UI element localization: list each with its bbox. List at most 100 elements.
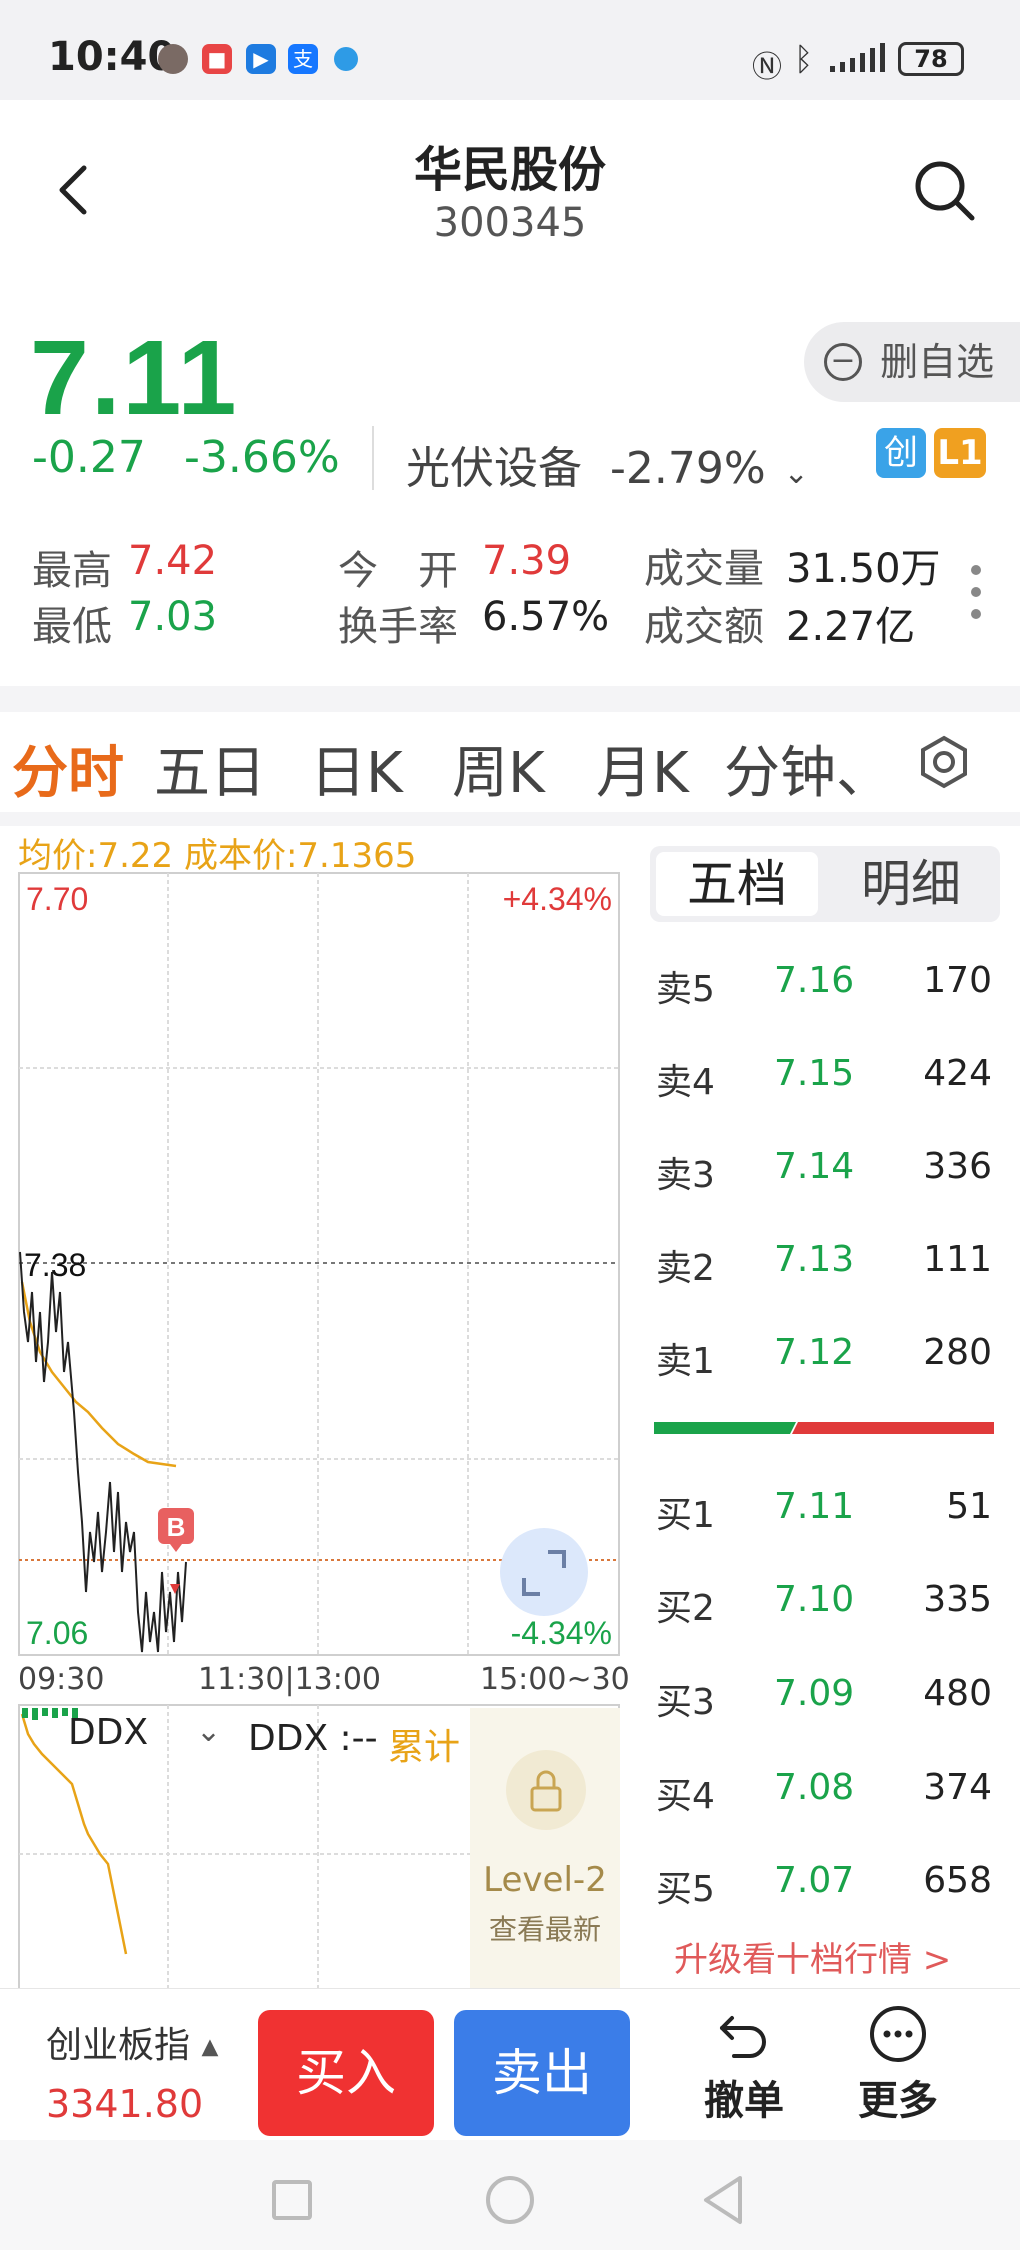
buy-sell-ratio-bar (654, 1422, 994, 1434)
tab-detail[interactable]: 明细 (830, 852, 992, 916)
tab-minute[interactable]: 分钟、 (724, 728, 864, 809)
signal-icon (828, 40, 890, 74)
ask-label: 卖2 (656, 1248, 715, 1289)
ask-volume: 336 (923, 1146, 992, 1187)
tab-month-k[interactable]: 月K (596, 728, 689, 809)
status-time: 10:40 (48, 34, 176, 80)
bid-label: 买2 (656, 1588, 715, 1629)
ask-label: 卖1 (656, 1341, 715, 1382)
amount-label: 成交额 (644, 604, 764, 650)
undo-icon (720, 2016, 766, 2058)
more-circle-icon (870, 2006, 926, 2062)
ddx-cumulative[interactable]: 累计 (388, 1718, 460, 1770)
ask-volume: 280 (923, 1332, 992, 1373)
pct-min-label: -4.34% (511, 1615, 612, 1651)
level2-title: Level-2 (483, 1860, 607, 1900)
ask-volume: 170 (923, 960, 992, 1001)
tab-five-level[interactable]: 五档 (656, 852, 818, 916)
chevron-down-icon: ⌄ (196, 1714, 222, 1749)
lock-icon (506, 1750, 586, 1830)
bid-row-5: 买5 7.07 658 (652, 1850, 996, 1910)
bid-price: 7.07 (774, 1860, 855, 1901)
search-button[interactable] (912, 158, 978, 224)
sector-name: 光伏设备 (406, 443, 582, 494)
x-label-close: 15:00~30 (480, 1662, 630, 1697)
system-nav-bar (0, 2140, 1020, 2250)
index-name-label: 创业板指 (46, 2025, 191, 2066)
ddx-value: DDX :-- (248, 1718, 378, 1759)
minus-circle-icon: − (824, 342, 862, 381)
ask-volume: 111 (923, 1239, 992, 1280)
ask-price: 7.12 (774, 1332, 855, 1373)
tab-week-k[interactable]: 周K (452, 728, 545, 809)
sell-button[interactable]: 卖出 (454, 2010, 630, 2136)
cancel-order-button[interactable]: 撤单 (694, 2004, 794, 2134)
ddx-title: DDX (68, 1712, 149, 1753)
fullscreen-button[interactable] (500, 1528, 588, 1616)
chevron-down-icon: ⌄ (783, 456, 809, 491)
open-label: 今 开 (338, 548, 458, 594)
intraday-chart[interactable]: 7.70 7.06 +4.34% -4.34% 7.38 B (18, 872, 620, 1656)
sector-selector[interactable]: 光伏设备 -2.79% ⌄ (406, 432, 809, 496)
turnover-label: 换手率 (338, 604, 458, 650)
divider (372, 426, 374, 490)
section-gap (0, 686, 1020, 712)
amount-value: 2.27亿 (786, 604, 916, 650)
stock-name: 华民股份 (413, 142, 606, 198)
bid-label: 买1 (656, 1495, 715, 1536)
pct-max-label: +4.34% (503, 881, 612, 917)
ddx-dropdown[interactable]: ⌄ (196, 1714, 221, 1749)
bid-price: 7.09 (774, 1673, 855, 1714)
battery-level: 78 (914, 45, 948, 73)
home-button[interactable] (486, 2176, 534, 2224)
bid-volume: 480 (923, 1673, 992, 1714)
ask-row-2: 卖2 7.13 111 (652, 1229, 996, 1289)
search-icon (915, 161, 975, 221)
badge-chuang: 创 (876, 428, 926, 478)
remove-favorite-button[interactable]: − 删自选 (804, 322, 1020, 402)
level2-subtitle: 查看最新 (488, 1913, 601, 1946)
index-value: 3341.80 (46, 2082, 204, 2126)
last-price: 7.11 (30, 319, 239, 437)
ask-row-5: 卖5 7.16 170 (652, 950, 996, 1010)
badge-l1: L1 (934, 428, 986, 478)
ask-price: 7.14 (774, 1146, 855, 1187)
crosshair-price-label: 7.38 (24, 1247, 86, 1283)
battery-icon: 78 (898, 42, 964, 76)
bid-volume: 658 (923, 1860, 992, 1901)
chart-settings-button[interactable] (914, 732, 974, 792)
tab-day-k[interactable]: 日K (310, 728, 403, 809)
turnover-value: 6.57% (482, 594, 610, 640)
tab-intraday[interactable]: 分时 (12, 728, 124, 809)
bid-row-3: 买3 7.09 480 (652, 1663, 996, 1723)
ask-label: 卖3 (656, 1155, 715, 1196)
status-bar: 10:40 ■ ▶ 支 Ⓝ ᛒ 78 (0, 0, 1020, 100)
ask-row-1: 卖1 7.12 280 (652, 1322, 996, 1382)
bid-volume: 335 (923, 1579, 992, 1620)
page-header: 华民股份 300345 (0, 100, 1020, 300)
tab-five-day[interactable]: 五日 (154, 728, 266, 809)
more-button[interactable]: 更多 (848, 2004, 948, 2134)
buy-button[interactable]: 买入 (258, 2010, 434, 2136)
bid-row-2: 买2 7.10 335 (652, 1569, 996, 1629)
sector-pct: -2.79% (610, 443, 766, 494)
price-change: -0.27 (32, 432, 146, 483)
buy-button-label: 买入 (296, 2044, 396, 2102)
price-change-pct: -3.66% (184, 432, 340, 483)
bid-price: 7.08 (774, 1767, 855, 1808)
level2-promo[interactable]: Level-2 查看最新 (470, 1708, 620, 1988)
more-vertical-icon[interactable] (968, 562, 984, 622)
ask-row-3: 卖3 7.14 336 (652, 1136, 996, 1196)
volume-label: 成交量 (644, 546, 764, 592)
ask-label: 卖4 (656, 1062, 715, 1103)
bid-label: 买4 (656, 1776, 715, 1817)
remove-favorite-label: 删自选 (880, 340, 995, 384)
alipay-icon: 支 (288, 44, 318, 74)
x-label-open: 09:30 (18, 1662, 105, 1697)
upgrade-level10-link[interactable]: 升级看十档行情 > (674, 1932, 951, 1981)
recent-apps-button[interactable] (272, 2180, 312, 2220)
ask-volume: 424 (923, 1053, 992, 1094)
nfc-icon: Ⓝ (752, 50, 782, 85)
back-nav-button[interactable] (700, 2174, 748, 2226)
index-name[interactable]: 创业板指 ▲ (46, 2016, 218, 2068)
